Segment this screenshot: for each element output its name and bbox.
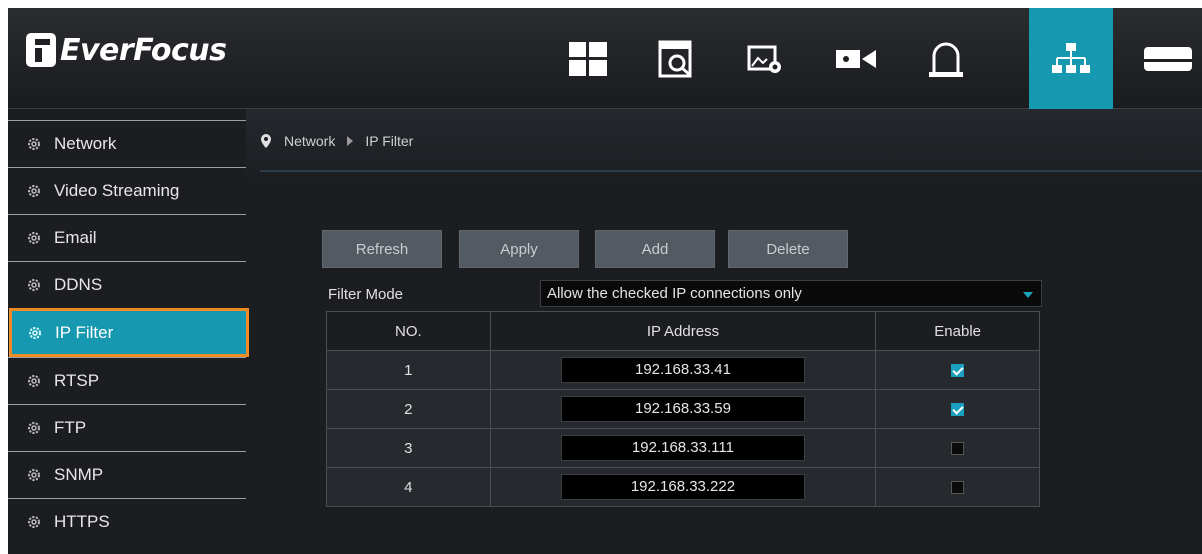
ip-cell: 192.168.33.111 [489, 428, 877, 468]
refresh-button[interactable]: Refresh [322, 230, 442, 268]
filter-mode-label: Filter Mode [328, 285, 404, 303]
camera-record-icon [836, 49, 876, 68]
sidebar-item-network[interactable]: Network [8, 120, 246, 167]
gear-icon [28, 375, 40, 387]
filter-mode-select[interactable]: Allow the checked IP connections only [540, 280, 1042, 307]
sidebar-item-label: Video Streaming [54, 181, 180, 200]
enable-cell [875, 428, 1040, 468]
top-bar: EverFocus [8, 8, 1202, 109]
column-header-enable: Enable [875, 311, 1040, 351]
breadcrumb-page: IP Filter [365, 133, 414, 149]
chevron-down-icon [1023, 292, 1033, 298]
breadcrumb: Network IP Filter [260, 126, 413, 156]
sidebar-item-label: Network [54, 134, 117, 153]
table-row: 1 192.168.33.41 [326, 350, 1040, 390]
table-row: 4 192.168.33.222 [326, 467, 1040, 507]
table-row: 3 192.168.33.111 [326, 428, 1040, 468]
gear-icon [28, 138, 40, 150]
delete-button[interactable]: Delete [728, 230, 848, 268]
app-window: EverFocus Network IP Filter Network Vide… [8, 8, 1202, 554]
sidebar-item-label: IP Filter [55, 322, 114, 342]
live-view-grid-icon [569, 41, 607, 76]
gear-icon [28, 469, 40, 481]
table-row: 2 192.168.33.59 [326, 389, 1040, 429]
sidebar-item-snmp[interactable]: SNMP [8, 451, 246, 498]
row-number: 2 [326, 389, 491, 429]
nav-playback[interactable] [634, 8, 718, 109]
gear-icon [29, 326, 41, 339]
sidebar-item-https[interactable]: HTTPS [8, 498, 246, 545]
gear-icon [28, 185, 40, 197]
enable-cell [875, 350, 1040, 390]
table-header-row: NO. IP Address Enable [326, 311, 1040, 351]
alarm-bell-icon [929, 42, 963, 77]
nav-network[interactable] [1029, 8, 1113, 109]
column-header-no: NO. [326, 311, 491, 351]
nav-camera[interactable] [814, 8, 898, 109]
sidebar-item-label: FTP [54, 418, 87, 437]
nav-live-view[interactable] [546, 8, 630, 109]
row-number: 4 [326, 467, 491, 507]
ip-cell: 192.168.33.59 [489, 389, 877, 429]
ip-cell: 192.168.33.41 [489, 350, 877, 390]
sidebar-item-label: DDNS [54, 275, 103, 294]
filter-mode-value: Allow the checked IP connections only [547, 285, 802, 302]
storage-hdd-icon [1144, 46, 1192, 71]
gear-icon [28, 422, 40, 434]
add-button[interactable]: Add [595, 230, 715, 268]
nav-alarm[interactable] [904, 8, 988, 109]
enable-checkbox[interactable] [951, 481, 965, 495]
nav-storage[interactable] [1128, 8, 1202, 109]
sidebar-item-rtsp[interactable]: RTSP [8, 357, 246, 404]
nav-image-settings[interactable] [724, 8, 808, 109]
apply-button[interactable]: Apply [459, 230, 579, 268]
ip-cell: 192.168.33.222 [489, 467, 877, 507]
sidebar-item-ftp[interactable]: FTP [8, 404, 246, 451]
column-header-ip: IP Address [489, 311, 877, 351]
gear-icon [28, 232, 40, 244]
sidebar-item-video-streaming[interactable]: Video Streaming [8, 167, 246, 214]
enable-checkbox[interactable] [951, 403, 965, 417]
breadcrumb-section[interactable]: Network [284, 133, 335, 149]
enable-cell [875, 467, 1040, 507]
ip-address-input[interactable]: 192.168.33.41 [560, 357, 805, 383]
sidebar-item-ip-filter[interactable]: IP Filter [9, 308, 249, 357]
enable-cell [875, 389, 1040, 429]
sidebar-item-email[interactable]: Email [8, 214, 246, 261]
playback-search-icon [658, 40, 692, 77]
row-number: 1 [326, 350, 491, 390]
ip-filter-table: NO. IP Address Enable 1 192.168.33.41 2 … [326, 311, 1040, 507]
enable-checkbox[interactable] [951, 442, 965, 456]
ip-address-input[interactable]: 192.168.33.222 [560, 474, 805, 500]
everfocus-logo: EverFocus [26, 30, 227, 70]
location-pin-icon [261, 134, 271, 148]
row-number: 3 [326, 428, 491, 468]
image-settings-icon [747, 45, 781, 73]
sidebar-item-label: HTTPS [54, 512, 110, 531]
ip-address-input[interactable]: 192.168.33.59 [560, 396, 805, 422]
sidebar-item-label: Email [54, 228, 97, 247]
ip-address-input[interactable]: 192.168.33.111 [560, 435, 805, 461]
gear-icon [28, 516, 40, 528]
breadcrumb-divider [260, 170, 1202, 172]
logo-mark [26, 33, 56, 67]
sidebar: Network Video Streaming Email DDNS IP Fi… [8, 120, 249, 554]
sidebar-item-ddns[interactable]: DDNS [8, 261, 246, 308]
network-icon [1052, 42, 1090, 73]
gear-icon [28, 279, 40, 291]
enable-checkbox[interactable] [951, 364, 965, 378]
breadcrumb-separator-icon [347, 136, 354, 146]
sidebar-item-label: RTSP [54, 371, 100, 390]
sidebar-item-label: SNMP [54, 465, 104, 484]
logo-text: EverFocus [60, 32, 227, 68]
